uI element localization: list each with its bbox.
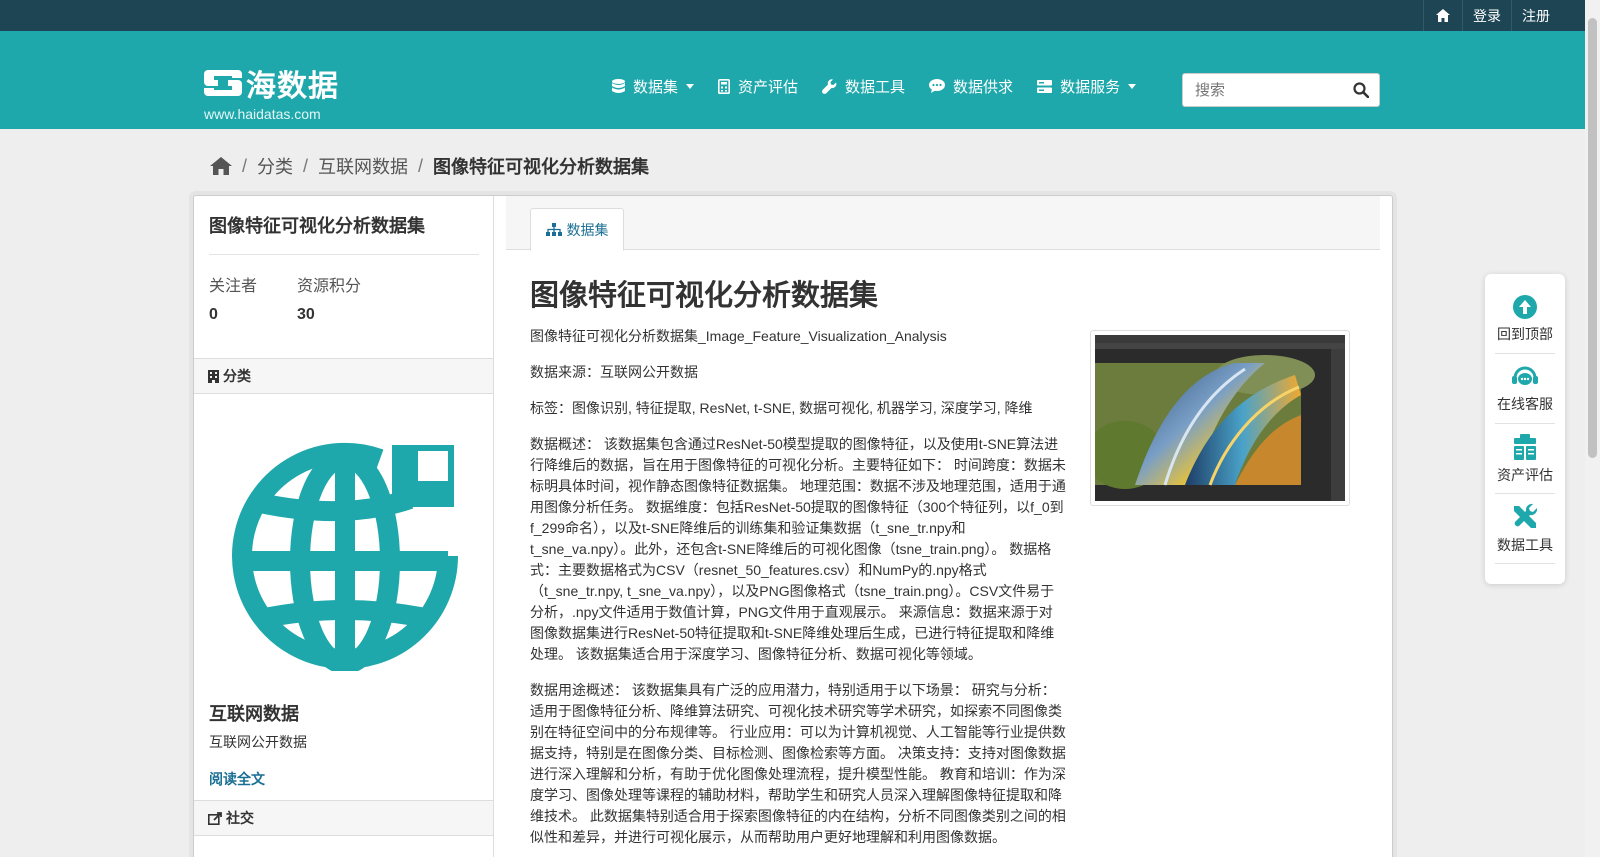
social-section-head: 社交	[194, 800, 493, 836]
site-logo[interactable]: 海数据	[204, 61, 339, 105]
breadcrumb-separator: /	[242, 155, 248, 176]
scrollbar-thumb[interactable]	[1588, 18, 1597, 458]
search-icon[interactable]	[1353, 82, 1369, 98]
account-bar: 登录 注册	[0, 0, 1600, 31]
online-service-label: 在线客服	[1497, 395, 1553, 412]
followers-stat: 关注者 0	[209, 272, 257, 324]
sidebar-title: 图像特征可视化分析数据集	[209, 212, 479, 255]
thumbnail-image	[1095, 335, 1345, 501]
floating-toolbar: 回到顶部 在线客服 资产评估 数据工具	[1485, 274, 1565, 584]
tab-dataset-label: 数据集	[566, 221, 609, 238]
nav-asset-eval[interactable]: 资产评估	[718, 76, 798, 97]
login-link[interactable]: 登录	[1462, 0, 1511, 31]
search-box	[1182, 73, 1380, 107]
sitemap-icon	[545, 223, 562, 236]
online-service-button[interactable]: 在线客服	[1495, 354, 1555, 424]
nav-datasets[interactable]: 数据集	[612, 76, 695, 97]
main-nav: 数据集 资产评估 数据工具 数据供求 数据服务	[612, 71, 1160, 101]
tools-icon	[1514, 503, 1538, 528]
asset-eval-label: 资产评估	[1497, 466, 1553, 483]
nav-datasets-label: 数据集	[633, 78, 679, 96]
headset-icon	[1512, 366, 1538, 385]
nav-data-service[interactable]: 数据服务	[1037, 76, 1137, 97]
home-link[interactable]	[1423, 0, 1462, 31]
nav-data-service-label: 数据服务	[1060, 78, 1121, 96]
breadcrumb-separator: /	[418, 155, 424, 176]
globe-category-icon	[232, 442, 458, 671]
main-wrapper: 图像特征可视化分析数据集 关注者 0 资源积分 30 分类 互联网数据 互联网公…	[193, 195, 1393, 857]
masthead: 海数据 www.haidatas.com 数据集 资产评估 数据工具 数据供求 …	[0, 31, 1600, 129]
database-icon	[612, 78, 625, 93]
desc-paragraph: 标签：图像识别, 特征提取, ResNet, t-SNE, 数据可视化, 机器学…	[530, 400, 1033, 416]
register-link[interactable]: 注册	[1511, 0, 1560, 31]
breadcrumb-separator: /	[303, 155, 309, 176]
asset-eval-button[interactable]: 资产评估	[1495, 424, 1555, 494]
chevron-down-icon	[686, 83, 695, 89]
home-icon[interactable]	[210, 157, 232, 175]
calculator-icon	[718, 78, 731, 94]
sidebar: 图像特征可视化分析数据集 关注者 0 资源积分 30 分类 互联网数据 互联网公…	[194, 196, 494, 857]
page-scrollbar[interactable]	[1585, 0, 1600, 857]
read-more-link[interactable]: 阅读全文	[209, 769, 265, 789]
server-icon	[1037, 79, 1053, 93]
building-icon	[208, 369, 219, 383]
desc-paragraph: 数据来源：互联网公开数据	[530, 364, 698, 380]
content-tabbar: 数据集	[506, 196, 1380, 251]
dataset-description: 图像特征可视化分析数据集_Image_Feature_Visualization…	[530, 326, 1066, 857]
back-to-top-label: 回到顶部	[1497, 325, 1553, 342]
category-name: 互联网数据	[209, 704, 299, 724]
category-section-head: 分类	[194, 358, 493, 394]
category-head-label: 分类	[223, 368, 251, 384]
nav-asset-eval-label: 资产评估	[738, 78, 799, 96]
back-to-top-button[interactable]: 回到顶部	[1495, 284, 1555, 354]
nav-data-supply[interactable]: 数据供求	[929, 76, 1013, 97]
share-icon	[208, 811, 222, 825]
data-tools-button[interactable]: 数据工具	[1495, 494, 1555, 564]
wrench-icon	[822, 78, 837, 94]
arrow-up-circle-icon	[1513, 294, 1537, 319]
comment-icon	[929, 79, 946, 93]
breadcrumb-parent[interactable]: 互联网数据	[318, 153, 408, 179]
breadcrumb: / 分类 / 互联网数据 / 图像特征可视化分析数据集	[210, 153, 649, 179]
breadcrumb-current: 图像特征可视化分析数据集	[433, 157, 650, 177]
data-tools-label: 数据工具	[1497, 536, 1553, 553]
nav-data-tools[interactable]: 数据工具	[822, 76, 905, 97]
dataset-thumbnail[interactable]	[1090, 330, 1350, 506]
chevron-down-icon	[1128, 83, 1137, 89]
points-label: 资源积分	[297, 278, 362, 295]
brand-url: www.haidatas.com	[204, 106, 321, 122]
nav-data-tools-label: 数据工具	[845, 78, 906, 96]
logo-mark-icon	[204, 70, 242, 96]
brand-name: 海数据	[246, 70, 339, 103]
search-input[interactable]	[1183, 74, 1343, 106]
clipboard-icon	[1514, 433, 1536, 460]
dataset-heading: 图像特征可视化分析数据集	[530, 280, 879, 312]
social-head-label: 社交	[226, 810, 254, 826]
desc-paragraph: 数据用途概述： 该数据集具有广泛的应用潜力，特别适用于以下场景： 研究与分析：适…	[530, 682, 1066, 845]
points-value: 30	[297, 306, 315, 323]
desc-paragraph: 数据概述： 该数据集包含通过ResNet-50模型提取的图像特征，以及使用t-S…	[530, 436, 1066, 662]
followers-label: 关注者	[209, 278, 258, 295]
main-content: 数据集 图像特征可视化分析数据集 图像特征可视化分析数据集_Image_Feat…	[494, 196, 1392, 857]
tab-dataset[interactable]: 数据集	[530, 208, 624, 251]
home-icon	[1436, 9, 1450, 22]
nav-data-supply-label: 数据供求	[953, 78, 1014, 96]
desc-paragraph: 图像特征可视化分析数据集_Image_Feature_Visualization…	[530, 328, 947, 344]
account-links: 登录 注册	[1423, 0, 1560, 31]
category-description: 互联网公开数据	[209, 734, 307, 750]
breadcrumb-category[interactable]: 分类	[257, 153, 293, 179]
points-stat: 资源积分 30	[297, 272, 361, 324]
followers-value: 0	[209, 306, 218, 323]
